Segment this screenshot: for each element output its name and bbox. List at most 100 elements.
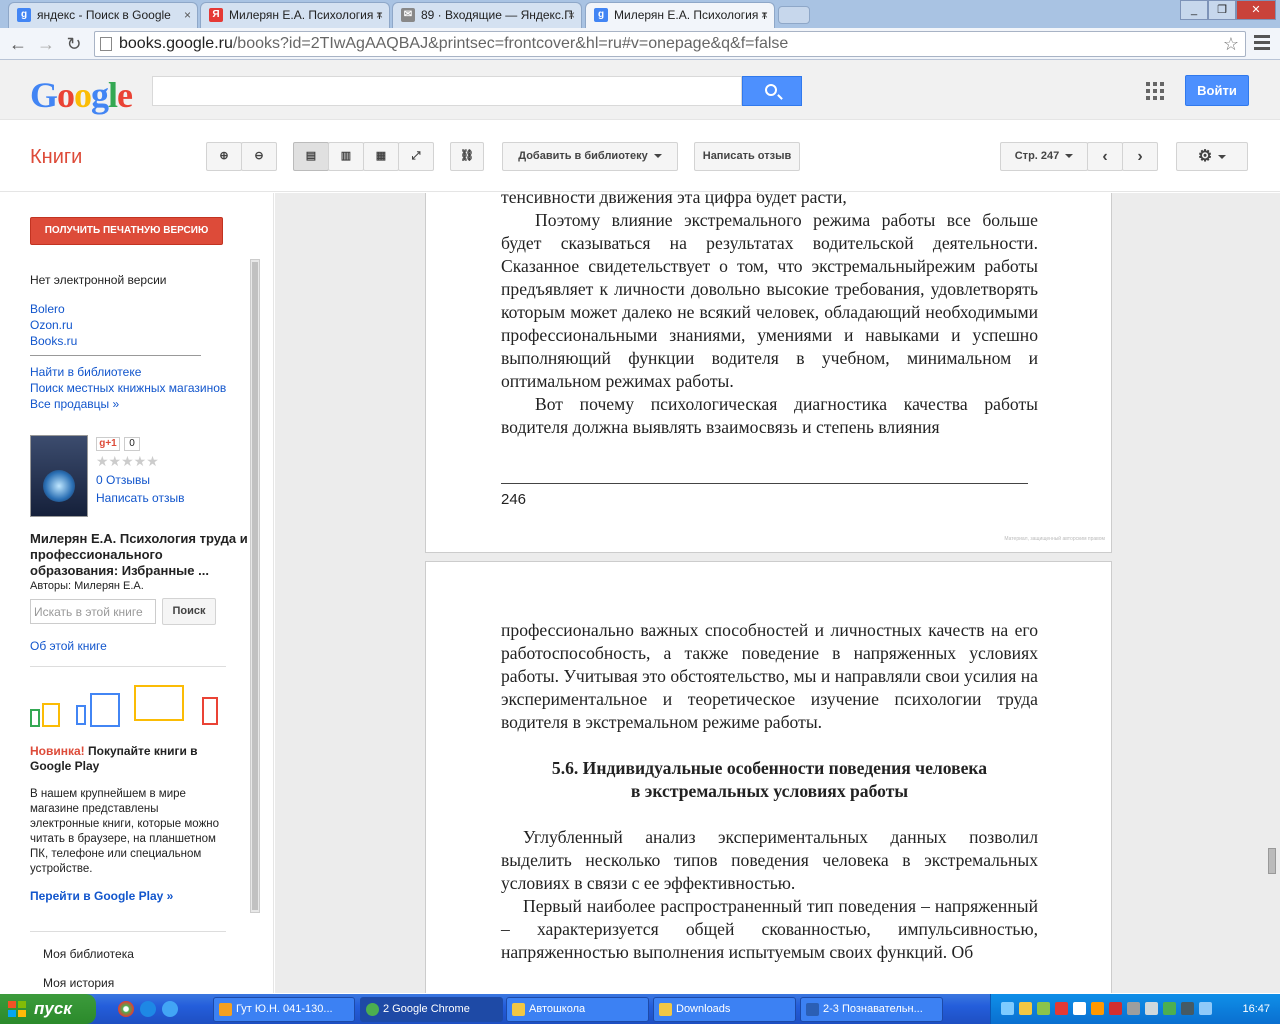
my-history-link[interactable]: Моя история <box>43 976 114 990</box>
back-arrow-icon[interactable]: ← <box>6 32 30 56</box>
mail-favicon-icon: ✉ <box>401 8 415 22</box>
browser-tab-1[interactable]: g яндекс - Поиск в Google × <box>8 2 198 28</box>
taskbar-item-folder-downloads[interactable]: Downloads <box>653 997 796 1022</box>
google-play-promo-text: В нашем крупнейшем в мире магазине предс… <box>30 788 220 875</box>
page-select-button[interactable]: Стр. 247 <box>1000 142 1088 171</box>
section-heading: в экстремальных условиях работы <box>630 781 909 801</box>
tray-app-icon[interactable] <box>1199 1002 1212 1015</box>
tray-app-icon[interactable] <box>1019 1002 1032 1015</box>
bookmark-star-icon[interactable]: ☆ <box>1223 32 1239 56</box>
about-book-link[interactable]: Об этой книге <box>30 639 107 653</box>
google-logo[interactable]: Google <box>30 74 133 116</box>
write-review-link[interactable]: Написать отзыв <box>96 491 184 505</box>
two-page-view-button[interactable]: ▥ <box>328 142 364 171</box>
tray-app-icon[interactable] <box>1073 1002 1086 1015</box>
search-button[interactable] <box>742 76 802 106</box>
app-quicklaunch-icon[interactable] <box>162 1001 178 1017</box>
minimize-window-button[interactable]: _ <box>1180 0 1208 20</box>
sidebar-scrollbar[interactable] <box>250 259 260 913</box>
tray-antivirus-icon[interactable] <box>1109 1002 1122 1015</box>
address-bar[interactable]: books.google.ru/books?id=2TIwAgAAQBAJ&pr… <box>94 31 1246 57</box>
google-favicon-icon: g <box>594 8 608 22</box>
chrome-menu-icon[interactable] <box>1254 32 1270 54</box>
sign-in-button[interactable]: Войти <box>1185 75 1249 106</box>
browser-tab-3[interactable]: ✉ 89 · Входящие — Яндекс.П × <box>392 2 582 28</box>
search-in-book-button[interactable]: Поиск <box>162 598 216 625</box>
taskbar-item-word-doc[interactable]: 2-3 Познавательн... <box>800 997 943 1022</box>
seller-link-bolero[interactable]: Bolero <box>30 302 65 316</box>
page-scrollbar-thumb[interactable] <box>1268 848 1276 874</box>
seller-link-ozon[interactable]: Ozon.ru <box>30 318 73 332</box>
maximize-window-button[interactable]: ❐ <box>1208 0 1236 20</box>
close-tab-icon[interactable]: × <box>761 3 768 27</box>
close-tab-icon[interactable]: × <box>184 3 191 27</box>
page-paragraph: Углубленный анализ экспериментальных дан… <box>501 827 1038 893</box>
google-plus-one-button[interactable]: g+1 <box>96 437 120 451</box>
windows-taskbar: пуск Гут Ю.Н. 041-130... 2 Google Chrome… <box>0 994 1280 1024</box>
write-review-button[interactable]: Написать отзыв <box>694 142 800 171</box>
divider <box>30 355 201 356</box>
close-tab-icon[interactable]: × <box>568 3 575 27</box>
tray-app-icon[interactable] <box>1127 1002 1140 1015</box>
browser-tab-4-active[interactable]: g Милерян Е.А. Психология т × <box>585 2 775 28</box>
seller-link-books[interactable]: Books.ru <box>30 334 77 348</box>
ie-quicklaunch-icon[interactable] <box>140 1001 156 1017</box>
page-select-label: Стр. 247 <box>1014 150 1060 162</box>
tray-app-icon[interactable] <box>1091 1002 1104 1015</box>
link-button[interactable]: ⛓ <box>450 142 484 171</box>
forward-arrow-icon[interactable]: → <box>34 32 58 56</box>
taskbar-item-label: Downloads <box>676 1003 731 1015</box>
new-tab-button[interactable] <box>778 6 810 24</box>
tab-title: 89 · Входящие — Яндекс.П <box>421 8 573 22</box>
zoom-out-button[interactable]: ⊖ <box>241 142 277 171</box>
reload-icon[interactable]: ↻ <box>62 32 86 56</box>
taskbar-item-folder-autoschool[interactable]: Автошкола <box>506 997 649 1022</box>
clock[interactable]: 16:47 <box>1242 994 1270 1024</box>
close-window-button[interactable]: ✕ <box>1236 0 1276 20</box>
google-search-input[interactable] <box>152 76 742 106</box>
tray-app-icon[interactable] <box>1037 1002 1050 1015</box>
start-button[interactable]: пуск <box>0 994 96 1024</box>
close-tab-icon[interactable]: × <box>376 3 383 27</box>
apps-grid-icon[interactable] <box>1146 82 1164 100</box>
tray-app-icon[interactable] <box>1163 1002 1176 1015</box>
taskbar-item-chrome[interactable]: 2 Google Chrome <box>360 997 503 1022</box>
tray-volume-icon[interactable] <box>1181 1002 1194 1015</box>
fullscreen-button[interactable]: ⤢ <box>398 142 434 171</box>
chrome-quicklaunch-icon[interactable] <box>118 1001 134 1017</box>
settings-button[interactable]: ⚙ <box>1176 142 1248 171</box>
google-play-link[interactable]: Перейти в Google Play » <box>30 889 173 903</box>
tray-app-icon[interactable] <box>1055 1002 1068 1015</box>
book-sidebar: ПОЛУЧИТЬ ПЕЧАТНУЮ ВЕРСИЮ Нет электронной… <box>0 193 274 993</box>
google-favicon-icon: g <box>17 8 31 22</box>
single-page-view-button[interactable]: ▤ <box>293 142 329 171</box>
next-page-button[interactable]: › <box>1122 142 1158 171</box>
local-stores-link[interactable]: Поиск местных книжных магазинов <box>30 381 226 395</box>
scrollbar-thumb[interactable] <box>252 262 258 910</box>
zoom-in-icon: ⊕ <box>219 150 229 162</box>
start-label: пуск <box>34 999 72 1018</box>
previous-page-button[interactable]: ‹ <box>1087 142 1123 171</box>
promo-new-badge: Новинка! <box>30 744 85 758</box>
books-title[interactable]: Книги <box>30 146 82 169</box>
page-text: профессионально важных способностей и ли… <box>501 619 1038 964</box>
find-in-library-link[interactable]: Найти в библиотеке <box>30 365 141 379</box>
get-print-version-button[interactable]: ПОЛУЧИТЬ ПЕЧАТНУЮ ВЕРСИЮ <box>30 217 223 245</box>
browser-tab-2[interactable]: Я Милерян Е.А. Психология т × <box>200 2 390 28</box>
two-page-icon: ▥ <box>340 150 352 162</box>
tab-title: яндекс - Поиск в Google <box>37 8 171 22</box>
search-in-book-input[interactable]: Искать в этой книге <box>30 599 156 624</box>
tray-network-icon[interactable] <box>1001 1002 1014 1015</box>
thumbnail-view-button[interactable]: ▦ <box>363 142 399 171</box>
add-to-library-button[interactable]: Добавить в библиотеку <box>502 142 678 171</box>
book-page-246[interactable]: тенсивности движения эта цифра будет рас… <box>425 193 1112 553</box>
zoom-in-button[interactable]: ⊕ <box>206 142 242 171</box>
book-cover-image[interactable] <box>30 435 88 517</box>
taskbar-item-pdf[interactable]: Гут Ю.Н. 041-130... <box>213 997 355 1022</box>
tray-app-icon[interactable] <box>1145 1002 1158 1015</box>
all-sellers-link[interactable]: Все продавцы » <box>30 397 119 411</box>
reviews-link[interactable]: 0 Отзывы <box>96 473 150 487</box>
my-library-link[interactable]: Моя библиотека <box>43 947 134 961</box>
book-page-247[interactable]: профессионально важных способностей и ли… <box>425 561 1112 993</box>
book-reader-viewport[interactable]: тенсивности движения эта цифра будет рас… <box>275 193 1280 993</box>
